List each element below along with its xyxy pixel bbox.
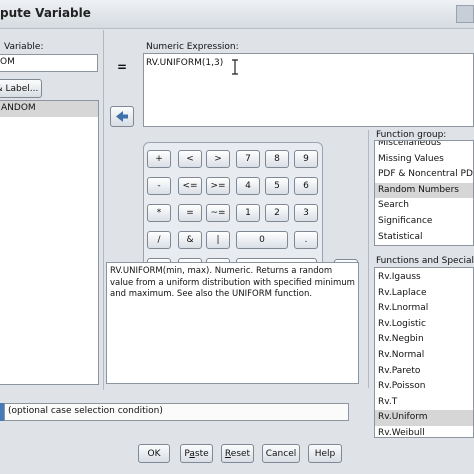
function-group-item[interactable]: Missing Values xyxy=(375,152,473,168)
keypad-key[interactable]: ~= xyxy=(206,204,230,222)
keypad-key[interactable]: + xyxy=(147,150,171,168)
keypad-key[interactable]: 6 xyxy=(294,177,318,195)
keypad-key[interactable]: & xyxy=(178,231,202,249)
function-item[interactable]: Rv.Poisson xyxy=(375,379,473,395)
keypad-key[interactable]: >= xyxy=(206,177,230,195)
cancel-button[interactable]: Cancel xyxy=(262,444,300,463)
keypad-key[interactable]: 5 xyxy=(265,177,289,195)
keypad-key[interactable]: = xyxy=(178,204,202,222)
keypad-key[interactable]: . xyxy=(294,231,318,249)
separator xyxy=(103,30,104,390)
keypad-key[interactable]: 9 xyxy=(294,150,318,168)
function-group-item[interactable]: Miscellaneous xyxy=(375,141,473,152)
window-title: pute Variable xyxy=(0,6,91,20)
target-variable-input[interactable]: OM xyxy=(0,54,98,72)
keypad-key[interactable]: 4 xyxy=(236,177,260,195)
equals-sign: = xyxy=(117,60,128,74)
function-description: RV.UNIFORM(min, max). Numeric. Returns a… xyxy=(106,262,359,384)
function-item[interactable]: Rv.Lnormal xyxy=(375,301,473,317)
case-condition-field: (optional case selection condition) xyxy=(4,403,349,421)
variable-list[interactable]: ANDOM xyxy=(0,100,99,385)
keypad-key[interactable]: 0 xyxy=(236,231,288,249)
help-button[interactable]: Help xyxy=(308,444,342,463)
type-label-button[interactable]: & Label... xyxy=(0,79,42,98)
move-to-expression-button[interactable] xyxy=(110,106,134,127)
function-item[interactable]: Rv.Igauss xyxy=(375,270,473,286)
function-description-text: RV.UNIFORM(min, max). Numeric. Returns a… xyxy=(110,266,355,299)
text-cursor-icon xyxy=(232,59,238,75)
app-logo-icon xyxy=(456,5,474,23)
keypad-key[interactable]: 8 xyxy=(265,150,289,168)
keypad-key[interactable]: 2 xyxy=(265,204,289,222)
variable-item-random[interactable]: ANDOM xyxy=(0,101,98,117)
paste-button[interactable]: Paste xyxy=(180,444,213,463)
reset-button[interactable]: Reset xyxy=(221,444,254,463)
function-item[interactable]: Rv.Laplace xyxy=(375,286,473,302)
ok-button[interactable]: OK xyxy=(138,444,170,463)
function-group-label: Function group: xyxy=(376,130,447,140)
function-group-list[interactable]: Miscellaneous Missing Values PDF & Noncent… xyxy=(374,140,474,246)
keypad-key[interactable]: | xyxy=(206,231,230,249)
function-item[interactable]: Rv.Logistic xyxy=(375,317,473,333)
numeric-expression-text: RV.UNIFORM(1,3) xyxy=(146,58,224,68)
keypad-key[interactable]: 1 xyxy=(236,204,260,222)
keypad-key[interactable]: 7 xyxy=(236,150,260,168)
function-item[interactable]: Rv.Normal xyxy=(375,348,473,364)
function-group-item[interactable]: Significance xyxy=(375,214,473,230)
function-item[interactable]: Rv.Uniform xyxy=(375,410,473,426)
function-item[interactable]: Rv.Pareto xyxy=(375,364,473,380)
keypad-key[interactable]: <= xyxy=(178,177,202,195)
keypad-key[interactable]: < xyxy=(178,150,202,168)
functions-label: Functions and Special V xyxy=(376,256,474,266)
keypad-key[interactable]: > xyxy=(206,150,230,168)
function-group-item[interactable]: Statistical xyxy=(375,230,473,245)
numeric-expression-label: Numeric Expression: xyxy=(146,42,239,52)
functions-list[interactable]: Rv.Igauss Rv.Laplace Rv.Lnormal Rv.Logistic… xyxy=(374,267,474,438)
function-group-item[interactable]: Random Numbers xyxy=(375,182,473,199)
separator xyxy=(368,130,369,388)
function-item[interactable]: Rv.Negbin xyxy=(375,332,473,348)
function-group-item[interactable]: PDF & Noncentral PDF xyxy=(375,167,473,183)
case-condition-text: (optional case selection condition) xyxy=(8,406,163,416)
function-item[interactable]: Rv.T xyxy=(375,395,473,411)
keypad-key[interactable]: / xyxy=(147,231,171,249)
function-group-item[interactable]: Search xyxy=(375,198,473,214)
arrow-left-icon xyxy=(116,111,128,122)
numeric-expression-input[interactable]: RV.UNIFORM(1,3) xyxy=(143,53,474,127)
keypad-key[interactable]: - xyxy=(147,177,171,195)
target-variable-label: Variable: xyxy=(4,42,44,52)
keypad-key[interactable]: 3 xyxy=(294,204,318,222)
function-item[interactable]: Rv.Weibull xyxy=(375,426,473,437)
title-bar: pute Variable xyxy=(0,0,474,29)
keypad-key[interactable]: * xyxy=(147,204,171,222)
